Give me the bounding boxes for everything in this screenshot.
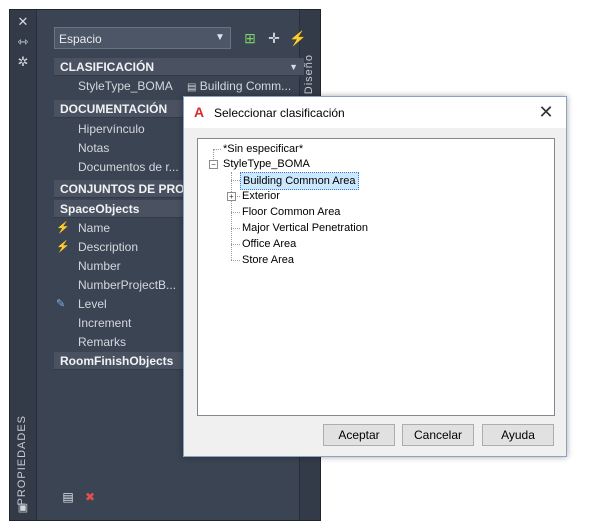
autocad-logo-icon: A xyxy=(194,104,205,120)
property-label: Notas xyxy=(78,141,110,155)
formula-property-icon: ✎ xyxy=(56,298,66,310)
tree-connector xyxy=(231,260,240,261)
tree-connector xyxy=(231,244,240,245)
tree-item[interactable]: Store Area xyxy=(242,252,294,268)
add-object-icon[interactable]: ⊞ xyxy=(240,28,260,48)
property-label: NumberProjectB... xyxy=(78,278,177,292)
object-type-select[interactable]: Espacio ▼ xyxy=(54,27,231,49)
tree-item[interactable]: Office Area xyxy=(242,236,296,252)
section-clasificacion[interactable]: CLASIFICACIÓN ▼ xyxy=(54,58,304,76)
tree-item[interactable]: Major Vertical Penetration xyxy=(242,220,368,236)
tree-item[interactable]: Exterior xyxy=(242,188,280,204)
property-label: Hipervínculo xyxy=(78,122,145,136)
object-type-value: Espacio xyxy=(59,32,102,46)
tab-diseno[interactable]: Diseño xyxy=(303,54,315,94)
ok-button[interactable]: Aceptar xyxy=(323,424,395,446)
section-conjuntos-title: CONJUNTOS DE PROP xyxy=(60,182,193,196)
auto-property-icon: ⚡ xyxy=(56,222,70,234)
property-label: Name xyxy=(78,221,111,235)
collapse-icon[interactable]: ▼ xyxy=(289,58,298,76)
tree-item[interactable]: Floor Common Area xyxy=(242,204,340,220)
property-label: Number xyxy=(78,259,121,273)
property-row-styletype[interactable]: StyleType_BOMA ▤ Building Comm... xyxy=(54,77,304,96)
close-icon[interactable]: ✕ xyxy=(14,14,32,30)
palette-properties-icon[interactable]: ▣ xyxy=(14,500,32,516)
select-objects-icon[interactable]: ✛ xyxy=(264,28,284,48)
property-value[interactable]: ▤ Building Comm... xyxy=(187,77,291,97)
palette-title: PROPIEDADES xyxy=(16,415,28,506)
quick-select-icon[interactable]: ⚡ xyxy=(288,28,308,48)
tree-connector xyxy=(231,172,232,260)
tree-connector xyxy=(213,149,221,150)
group-spaceobjects-title: SpaceObjects xyxy=(60,202,140,216)
property-label: Level xyxy=(78,297,107,311)
property-label: Documentos de r... xyxy=(78,160,179,174)
dialog-title: Seleccionar clasificación xyxy=(214,106,345,120)
collapse-icon[interactable]: − xyxy=(209,160,218,169)
tree-connector xyxy=(231,212,240,213)
select-classification-dialog: A Seleccionar clasificación ✕ *Sin espec… xyxy=(183,96,567,457)
section-documentacion-title: DOCUMENTACIÓN xyxy=(60,102,168,116)
property-label: StyleType_BOMA xyxy=(78,79,173,93)
auto-property-icon: ⚡ xyxy=(56,241,70,253)
help-button[interactable]: Ayuda xyxy=(482,424,554,446)
autohide-icon[interactable]: ⇿ xyxy=(14,34,32,50)
dialog-titlebar[interactable]: A Seleccionar clasificación ✕ xyxy=(184,97,566,128)
property-label: Description xyxy=(78,240,139,254)
dropdown-arrow-icon[interactable]: ▼ xyxy=(212,30,228,46)
settings-icon[interactable]: ✲ xyxy=(14,54,32,70)
expand-icon[interactable]: + xyxy=(227,192,236,201)
property-label: Remarks xyxy=(78,335,127,349)
tree-item-root[interactable]: StyleType_BOMA xyxy=(223,156,310,172)
group-roomfinishobjects-title: RoomFinishObjects xyxy=(60,354,174,368)
palette-left-strip: ✕ ⇿ ✲ PROPIEDADES ▣ xyxy=(10,10,37,520)
tree-connector xyxy=(231,228,240,229)
section-clasificacion-title: CLASIFICACIÓN xyxy=(60,60,154,74)
tree-item-unspecified[interactable]: *Sin especificar* xyxy=(223,141,303,157)
cancel-button[interactable]: Cancelar xyxy=(402,424,474,446)
close-icon[interactable]: ✕ xyxy=(536,102,556,122)
table-icon: ▤ xyxy=(187,82,197,93)
add-property-sets-icon[interactable]: ▤ xyxy=(60,490,76,504)
property-label: Increment xyxy=(78,316,132,330)
tree-connector xyxy=(231,180,240,181)
remove-property-sets-icon[interactable]: ✖ xyxy=(82,490,98,504)
classification-tree[interactable]: *Sin especificar* − StyleType_BOMA Build… xyxy=(197,138,555,416)
